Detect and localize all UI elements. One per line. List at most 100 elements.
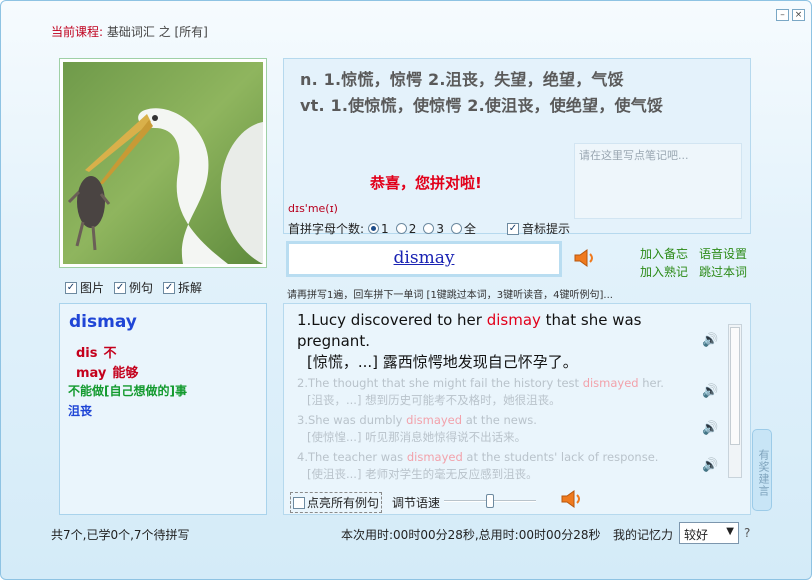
split-part-piece: dis — [76, 346, 98, 361]
spelling-hint: 请再拼写1遍，回车拼下一单词 [1键跳过本词，3键听读音，4键听例句]... — [287, 290, 613, 301]
letter-option-label: 2 — [408, 221, 417, 236]
definition-line-noun: n. 1.惊慌，惊愕 2.沮丧，失望，绝望，气馁 — [300, 70, 624, 89]
letter-option-all[interactable]: 全 — [450, 220, 476, 237]
definition-line-verb: vt. 1.使惊慌，使惊愕 2.使沮丧，使绝望，使气馁 — [300, 96, 664, 115]
split-part-1: dis 不 — [76, 342, 117, 361]
letter-option-label: 1 — [381, 221, 389, 236]
letter-option-label: 全 — [463, 222, 476, 236]
split-option-label: 拆解 — [178, 281, 203, 295]
suggestion-tab[interactable]: 有奖建言 — [752, 429, 772, 511]
example-1-speaker-icon[interactable]: 🔊 — [702, 333, 718, 348]
voice-settings-link[interactable]: 语音设置 — [699, 245, 747, 262]
example-2: 2.The thought that she might fail the hi… — [297, 375, 677, 409]
example-keyword: dismayed — [406, 413, 463, 427]
course-value[interactable]: 基础词汇 之 [所有] — [107, 25, 208, 39]
letter-option-label: 3 — [436, 221, 444, 236]
example-text: 3.She was dumbly — [297, 413, 407, 427]
letter-option-2[interactable]: 2 — [395, 221, 417, 236]
example-checkbox-icon[interactable]: ✓ — [114, 281, 127, 294]
phonetic-hint-text: dɪs'me(ɪ) — [288, 202, 338, 215]
current-course: 当前课程: 基础词汇 之 [所有] — [51, 23, 208, 40]
letter-option-3[interactable]: 3 — [423, 222, 444, 236]
show-all-checkbox-icon[interactable] — [293, 496, 305, 509]
radio-icon[interactable] — [395, 223, 407, 234]
split-part-meaning: 不 — [103, 346, 117, 361]
example-text: 1.Lucy discovered to her — [297, 311, 487, 329]
speed-slider[interactable] — [444, 494, 536, 508]
example-3: 3.She was dumbly dismayed at the news. [… — [297, 412, 677, 446]
example-translation: [沮丧，...] 想到历史可能考不及格时，她很沮丧。 — [307, 393, 561, 407]
example-keyword: dismayed — [406, 450, 463, 464]
word-split-panel: dismay dis 不 may 能够 不能做[自己想做的]事 沮丧 — [59, 303, 267, 515]
help-icon[interactable]: ? — [744, 526, 750, 540]
radio-selected-icon[interactable] — [368, 223, 380, 234]
example-4: 4.The teacher was dismayed at the studen… — [297, 449, 677, 483]
skip-word-link[interactable]: 跳过本词 — [699, 263, 747, 280]
example-1: 1.Lucy discovered to her dismay that she… — [297, 310, 647, 373]
radio-icon[interactable] — [450, 223, 462, 234]
split-combined: 不能做[自己想做的]事 — [68, 384, 187, 398]
pronounce-speaker-icon[interactable] — [573, 248, 597, 268]
example-keyword: dismayed — [582, 376, 639, 390]
example-text: at the students' lack of response. — [462, 450, 659, 464]
examples-panel: 1.Lucy discovered to her dismay that she… — [283, 303, 751, 515]
picture-option[interactable]: ✓ 图片 — [65, 279, 104, 296]
scrollbar-thumb[interactable] — [730, 327, 740, 445]
split-part-meaning: 能够 — [112, 366, 139, 381]
picture-option-label: 图片 — [80, 281, 105, 295]
example-option-label: 例句 — [129, 281, 154, 295]
first-letters-label: 首拼字母个数: — [288, 222, 365, 236]
picture-checkbox-icon[interactable]: ✓ — [65, 281, 77, 294]
add-memo-link[interactable]: 加入备忘 — [640, 245, 688, 262]
phonetic-hint-label: 音标提示 — [521, 222, 570, 236]
progress-stats: 共7个,已学0个,7个待拼写 — [51, 528, 190, 542]
spelling-input-value: dismay — [393, 248, 455, 268]
show-all-label: 点亮所有例句 — [307, 496, 380, 510]
split-checkbox-icon[interactable]: ✓ — [163, 281, 176, 294]
display-options: ✓ 图片 ✓ 例句 ✓ 拆解 — [65, 279, 202, 296]
example-text: 4.The teacher was — [297, 450, 407, 464]
example-translation: [使沮丧...] 老师对学生的毫无反应感到沮丧。 — [307, 467, 538, 481]
example-translation: [惊慌，...] 露西惊愕地发现自己怀孕了。 — [307, 353, 578, 371]
example-text: at the news. — [462, 413, 537, 427]
spelling-input[interactable]: dismay — [286, 241, 562, 277]
split-word: dismay — [69, 312, 137, 332]
app-window: – × 当前课程: 基础词汇 之 [所有] ✓ 图片 ✓ 例句 ✓ 拆解 dis… — [0, 0, 812, 580]
examples-controls: 点亮所有例句 调节语速 — [290, 492, 440, 513]
definition-panel: n. 1.惊慌，惊愕 2.沮丧，失望，绝望，气馁 vt. 1.使惊慌，使惊愕 2… — [283, 58, 751, 237]
phonetic-hint-option[interactable]: ✓ 音标提示 — [506, 220, 570, 237]
example-4-speaker-icon[interactable]: 🔊 — [702, 458, 718, 473]
speed-slider-knob[interactable] — [486, 494, 494, 508]
word-image — [59, 58, 267, 268]
phonetic-hint-checkbox-icon[interactable]: ✓ — [506, 222, 519, 235]
speed-label: 调节语速 — [392, 496, 441, 510]
examples-speaker-icon[interactable] — [560, 489, 584, 509]
example-3-speaker-icon[interactable]: 🔊 — [702, 421, 718, 436]
time-stats: 本次用时:00时00分28秒,总用时:00时00分28秒 — [341, 528, 601, 542]
add-known-link[interactable]: 加入熟记 — [640, 263, 688, 280]
show-all-examples-option[interactable]: 点亮所有例句 — [290, 492, 383, 513]
note-input[interactable]: 请在这里写点笔记吧... — [574, 143, 742, 219]
example-keyword: dismay — [486, 311, 541, 329]
example-option[interactable]: ✓ 例句 — [114, 279, 153, 296]
course-label: 当前课程: — [51, 25, 104, 39]
split-part-2: may 能够 — [76, 362, 138, 381]
split-option[interactable]: ✓ 拆解 — [163, 279, 202, 296]
split-part-piece: may — [76, 366, 107, 381]
examples-scrollbar[interactable] — [728, 324, 742, 478]
correct-message: 恭喜，您拼对啦! — [370, 174, 482, 192]
memory-select-value: 较好 — [684, 528, 709, 542]
egret-photo — [63, 62, 263, 264]
memory-select[interactable]: 较好 ▼ — [679, 522, 739, 544]
close-button[interactable]: × — [792, 9, 805, 21]
example-text: 2.The thought that she might fail the hi… — [297, 376, 583, 390]
letter-option-1[interactable]: 1 — [368, 222, 389, 236]
radio-icon[interactable] — [423, 223, 435, 234]
memory-label: 我的记忆力 — [613, 528, 674, 542]
example-translation: [使惊惶...] 听见那消息她惊得说不出话来。 — [307, 430, 527, 444]
minimize-button[interactable]: – — [776, 9, 789, 21]
chevron-down-icon: ▼ — [726, 526, 734, 537]
first-letters-row: 首拼字母个数: 1 2 3 全 ✓ 音标提示 — [288, 220, 570, 237]
example-2-speaker-icon[interactable]: 🔊 — [702, 384, 718, 399]
split-result: 沮丧 — [68, 404, 93, 418]
